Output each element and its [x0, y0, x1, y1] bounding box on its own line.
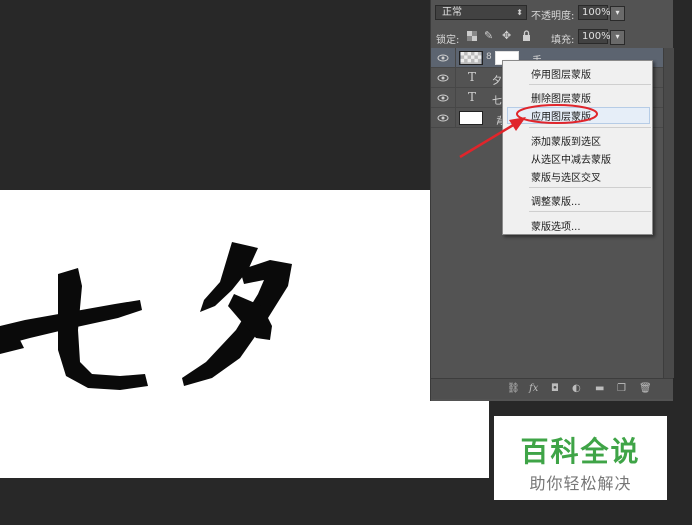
opacity-label: 不透明度:: [531, 11, 575, 22]
blend-mode-select[interactable]: 正常 ⬍: [435, 5, 527, 20]
layer-thumbnail-white[interactable]: [459, 111, 483, 125]
opacity-dropdown-button[interactable]: ▾: [610, 6, 625, 21]
mask-link-icon[interactable]: 8: [486, 52, 492, 62]
menu-item-refine-mask[interactable]: 调整蒙版...: [531, 193, 581, 208]
layer-name: 七: [492, 96, 502, 107]
layers-scrollbar[interactable]: [663, 48, 674, 378]
visibility-eye-icon[interactable]: [437, 52, 449, 64]
trash-icon[interactable]: 🗑: [639, 383, 652, 394]
menu-item-subtract-mask-from-selection[interactable]: 从选区中减去蒙版: [531, 151, 611, 166]
watermark-badge: 百科全说 助你轻松解决: [494, 416, 667, 500]
group-folder-icon[interactable]: ▬: [595, 383, 604, 394]
select-arrows-icon: ⬍: [516, 8, 523, 17]
blend-mode-value: 正常: [442, 7, 462, 18]
visibility-eye-icon[interactable]: [437, 92, 449, 104]
calligraphy-qi: [0, 268, 148, 390]
column-divider: [455, 48, 456, 68]
opacity-field[interactable]: 100%: [578, 5, 611, 20]
layer-name: 夕: [492, 76, 502, 87]
fill-field[interactable]: 100%: [578, 29, 611, 44]
menu-separator: [529, 84, 651, 85]
text-layer-icon: T: [468, 70, 477, 84]
lock-icon[interactable]: [522, 30, 531, 41]
layer-mask-context-menu: 停用图层蒙版 删除图层蒙版 应用图层蒙版 添加蒙版到选区 从选区中减去蒙版 蒙版…: [502, 60, 653, 235]
add-mask-icon[interactable]: ◘: [551, 383, 559, 394]
calligraphy-xi: [182, 242, 292, 386]
watermark-subtitle: 助你轻松解决: [529, 474, 632, 493]
layer-thumbnail-transparent[interactable]: [459, 51, 483, 65]
column-divider: [455, 108, 456, 128]
move-icon[interactable]: ✥: [502, 29, 511, 42]
menu-item-delete-mask[interactable]: 删除图层蒙版: [531, 90, 591, 105]
lock-transparent-pixels-icon[interactable]: [467, 31, 477, 41]
visibility-eye-icon[interactable]: [437, 112, 449, 124]
menu-item-add-mask-to-selection[interactable]: 添加蒙版到选区: [531, 133, 601, 148]
calligraphy-artwork: [0, 242, 292, 390]
menu-separator: [529, 187, 651, 188]
menu-item-apply-mask[interactable]: 应用图层蒙版: [531, 108, 591, 123]
column-divider: [455, 68, 456, 88]
visibility-eye-icon[interactable]: [437, 72, 449, 84]
lock-label: 锁定:: [436, 35, 460, 46]
menu-item-mask-options[interactable]: 蒙版选项...: [531, 218, 581, 233]
adjustment-layer-icon[interactable]: ◐: [572, 383, 581, 394]
brush-icon[interactable]: ✎: [484, 29, 493, 42]
menu-item-intersect-mask-with-selection[interactable]: 蒙版与选区交叉: [531, 169, 601, 184]
link-layers-icon[interactable]: ⛓: [507, 383, 520, 394]
text-layer-icon: T: [468, 90, 477, 104]
menu-separator: [529, 211, 651, 212]
fill-label: 填充:: [551, 35, 575, 46]
layers-bottom-toolbar: ⛓ fx ◘ ◐ ▬ ❐ 🗑: [431, 378, 673, 399]
watermark-title: 百科全说: [520, 435, 641, 468]
menu-separator: [529, 127, 651, 128]
document-canvas[interactable]: [0, 190, 489, 478]
menu-item-disable-mask[interactable]: 停用图层蒙版: [531, 66, 591, 81]
new-layer-icon[interactable]: ❐: [617, 383, 626, 394]
fill-dropdown-button[interactable]: ▾: [610, 30, 625, 45]
fx-icon[interactable]: fx: [529, 383, 538, 394]
column-divider: [455, 88, 456, 108]
